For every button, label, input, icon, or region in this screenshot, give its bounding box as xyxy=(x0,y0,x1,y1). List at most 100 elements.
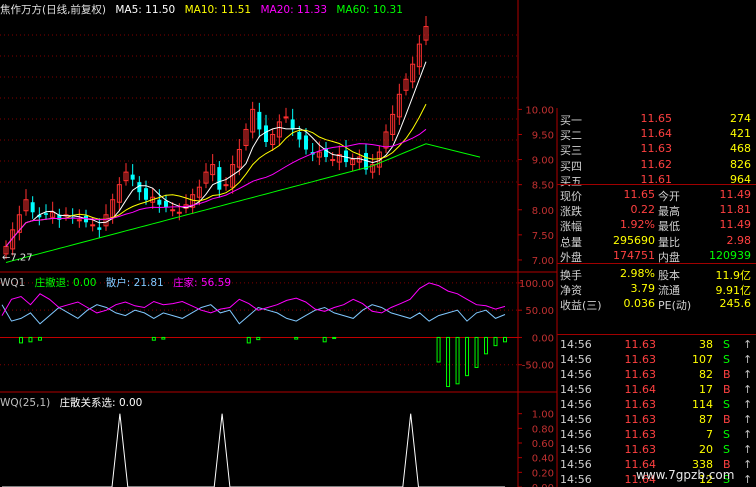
wq1-withdraw-bar xyxy=(474,336,479,368)
wq1-withdraw-bar xyxy=(484,336,489,355)
wq1-withdraw-bar xyxy=(256,336,261,341)
tick-side: B xyxy=(723,368,731,381)
wq1-withdraw-bar xyxy=(465,336,470,377)
wq1-withdraw-bar xyxy=(503,336,507,343)
wq2-name: WQ(25,1) xyxy=(0,397,51,409)
wq2-ytick-label: 0.60 xyxy=(532,439,554,450)
tick-arrow-icon: ↑ xyxy=(743,368,753,381)
tick-arrow-icon: ↑ xyxy=(743,383,753,396)
stat-value: 120939 xyxy=(709,248,751,262)
wq1-retail-line xyxy=(1,304,506,325)
tick-price: 11.63 xyxy=(624,413,657,426)
quote-panel: 买一 11.65 274 买二 11.64 421 买三 11.63 468 买四 11.62 826… xyxy=(557,108,756,487)
wq1-withdraw-bar xyxy=(446,336,451,388)
ma20-line xyxy=(5,128,427,247)
bid-price: 11.62 xyxy=(640,157,673,171)
tick-time: 14:56 xyxy=(560,353,592,366)
candle-body xyxy=(144,188,148,200)
tick-side: B xyxy=(723,383,731,396)
tick-volume: 38 xyxy=(699,338,713,351)
wq1-name: WQ1 xyxy=(0,277,26,289)
quote-separator xyxy=(557,263,756,264)
kline-ytick-label: 8.50 xyxy=(532,181,554,192)
tick-time: 14:56 xyxy=(560,398,592,411)
tick-time: 14:56 xyxy=(560,458,592,471)
tick-price: 11.63 xyxy=(624,338,657,351)
wq2-ytick-label: 0.80 xyxy=(532,424,554,435)
wq1-withdraw-bar xyxy=(37,336,42,341)
wq1-withdraw-bar xyxy=(151,336,156,341)
tick-time: 14:56 xyxy=(560,368,592,381)
tick-arrow-icon: ↑ xyxy=(743,413,753,426)
wq1-withdraw-bar xyxy=(332,336,337,340)
tick-time: 14:56 xyxy=(560,383,592,396)
watermark: www.7gpzb.com xyxy=(636,468,735,482)
tick-side: S xyxy=(723,398,730,411)
stat-value: 11.65 xyxy=(623,188,656,201)
stat-value: 11.49 xyxy=(719,218,752,232)
quote-separator xyxy=(557,184,756,185)
bid-volume: 826 xyxy=(730,157,751,171)
candle-body xyxy=(76,219,82,222)
kline-ytick-label: 7.50 xyxy=(532,231,554,242)
stat-value: 1.92% xyxy=(620,218,655,232)
tick-price: 11.63 xyxy=(624,398,657,411)
candle-body xyxy=(290,119,295,130)
stat-value: 11.81 xyxy=(719,203,752,217)
wq2-header: WQ(25,1) 庄散关系选: 0.00 xyxy=(0,395,148,410)
ma10-line xyxy=(5,103,427,247)
kline-ytick-label: 10.00 xyxy=(525,105,554,116)
wq1-withdraw-bar xyxy=(493,336,498,347)
tick-volume: 20 xyxy=(699,443,713,456)
wq2-ytick-label: 0.20 xyxy=(532,468,554,479)
candle-body xyxy=(164,200,168,208)
stat-value: 2.98 xyxy=(726,233,752,247)
tick-side: S xyxy=(723,428,730,441)
stat-value: 2.98% xyxy=(620,267,655,280)
low-price-marker: ←7.27 xyxy=(2,252,33,263)
kline-ytick-label: 8.00 xyxy=(532,206,554,217)
stat-value: 11.49 xyxy=(719,188,752,201)
tick-volume: 82 xyxy=(699,368,713,381)
wq1-ytick-label: 100.00 xyxy=(519,279,554,290)
tick-time: 14:56 xyxy=(560,338,592,351)
tick-price: 11.63 xyxy=(624,428,657,441)
candle-body xyxy=(170,209,176,212)
bid-price: 11.64 xyxy=(640,127,673,141)
stat-value: 3.79 xyxy=(630,282,656,296)
tick-volume: 7 xyxy=(706,428,713,441)
tick-time: 14:56 xyxy=(560,413,592,426)
wq2-relation-label: 庄散关系选: 0.00 xyxy=(59,397,143,409)
tick-volume: 114 xyxy=(692,398,713,411)
wq2-ytick-label: 1.00 xyxy=(532,410,554,421)
tick-price: 11.63 xyxy=(624,443,657,456)
ma60-line xyxy=(5,143,481,263)
tick-arrow-icon: ↑ xyxy=(743,473,753,486)
tick-volume: 87 xyxy=(699,413,713,426)
bid-price: 11.65 xyxy=(640,112,673,125)
wq1-withdraw-bar xyxy=(455,336,460,385)
tick-side: S xyxy=(723,353,730,366)
stat-row: 收益(三) 0.036 PE(动) 245.6 xyxy=(557,295,756,314)
wq2-ytick-label: 0.00 xyxy=(532,483,554,487)
tick-volume: 17 xyxy=(699,383,713,396)
stat-value: 245.6 xyxy=(719,297,752,311)
candle-body xyxy=(264,125,268,142)
wq1-withdraw-bar xyxy=(18,336,23,344)
wq1-withdraw-label: 庄撤退: 0.00 xyxy=(34,277,97,289)
tick-volume: 107 xyxy=(692,353,713,366)
tick-side: S xyxy=(723,338,730,351)
wq1-dealer-label: 庄家: 56.59 xyxy=(173,277,231,289)
tick-arrow-icon: ↑ xyxy=(743,443,753,456)
wq2-relation-line xyxy=(2,413,505,487)
stat-value: 0.036 xyxy=(623,297,656,311)
tick-arrow-icon: ↑ xyxy=(743,428,753,441)
candle-body xyxy=(257,111,262,130)
wq1-header: WQ1 庄撤退: 0.00 散户: 21.81 庄家: 56.59 xyxy=(0,275,237,290)
candle-body xyxy=(176,211,182,214)
tick-price: 11.63 xyxy=(624,353,657,366)
tick-price: 11.64 xyxy=(624,383,657,396)
wq1-ytick-label: 50.00 xyxy=(525,306,554,317)
candle-body xyxy=(130,174,135,180)
ma5-line xyxy=(5,61,427,247)
